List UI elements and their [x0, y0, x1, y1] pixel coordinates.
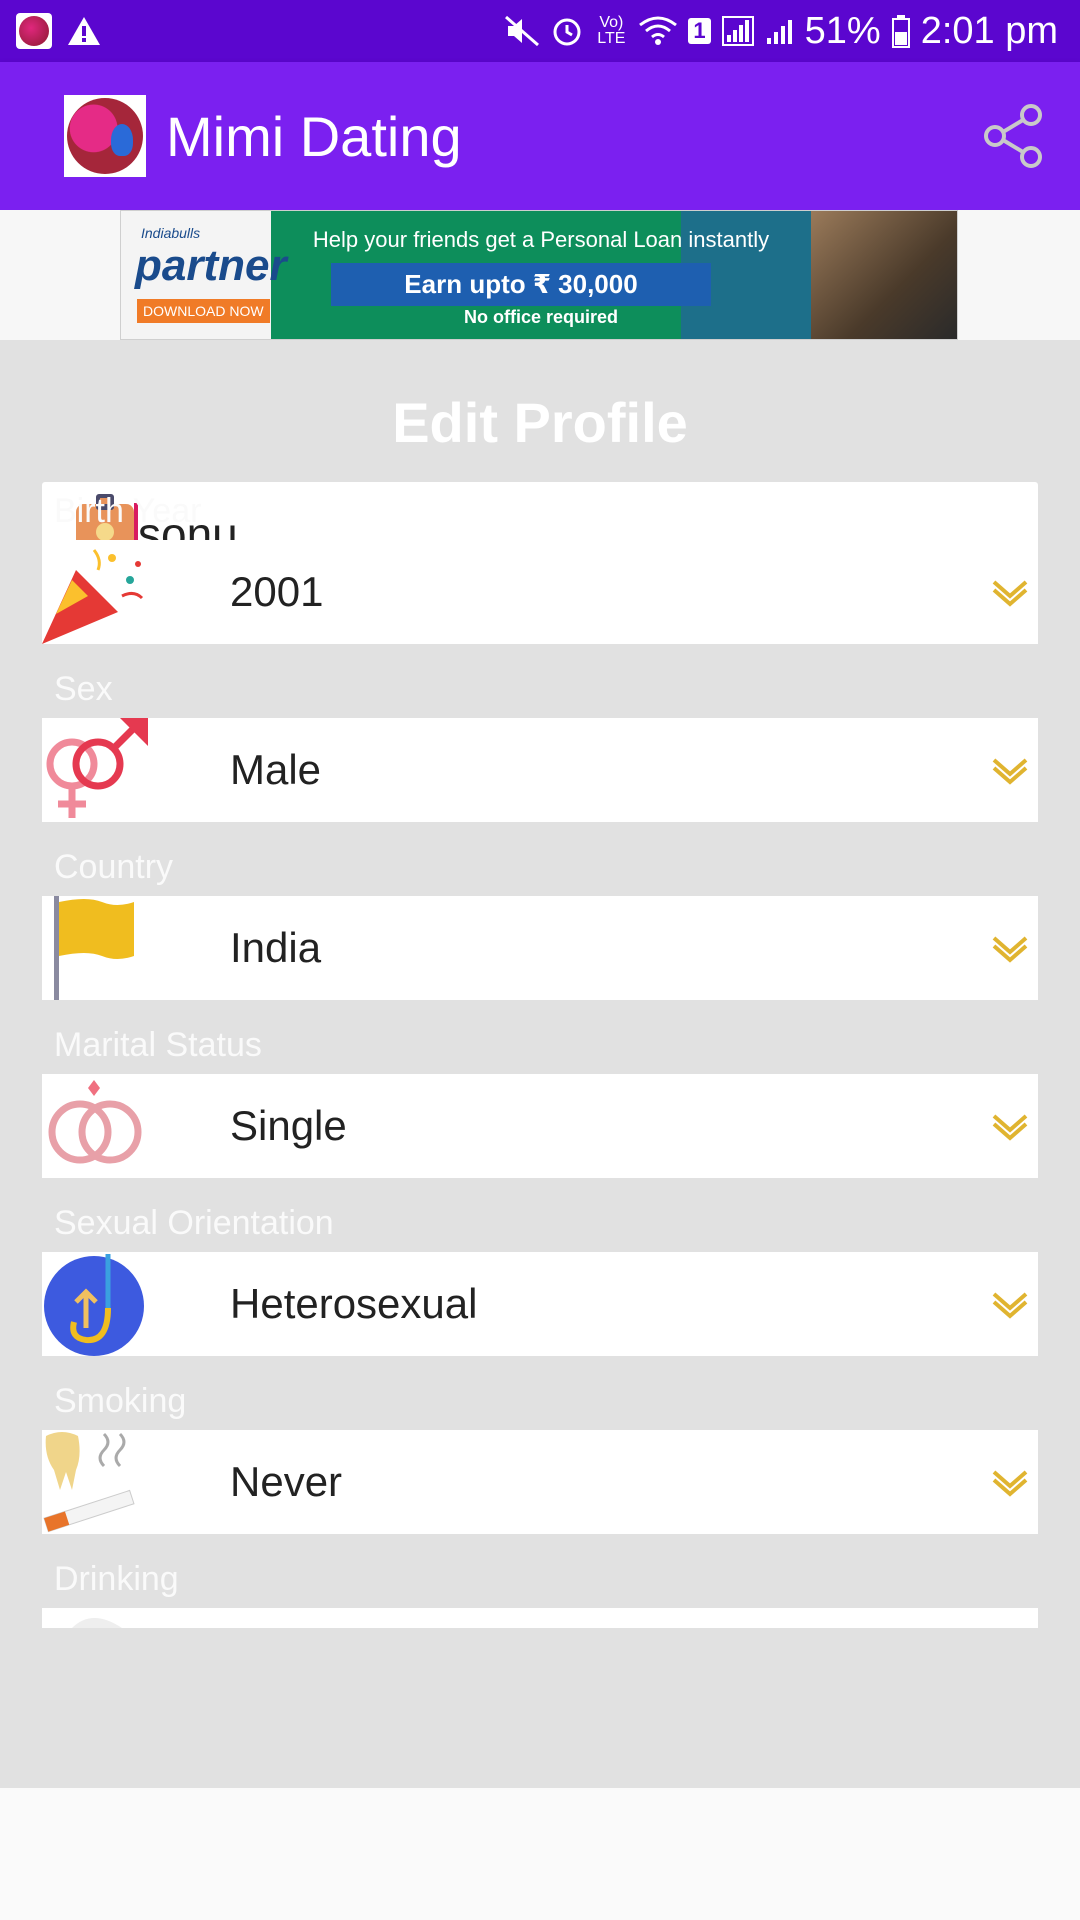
volte-label: Vo) LTE [597, 14, 626, 47]
app-title: Mimi Dating [166, 104, 462, 168]
sexual-orientation-select[interactable]: Heterosexual [42, 1252, 1038, 1356]
marital-status-label: Marital Status [54, 1026, 262, 1064]
edit-profile-form: Edit Profile sonu Birth Year 2001 Sex Ma… [0, 340, 1080, 1788]
ad-banner[interactable]: Indiabulls partner DOWNLOAD NOW Help you… [120, 210, 958, 340]
ad-download-button[interactable]: DOWNLOAD NOW [137, 299, 270, 323]
smoking-value: Never [230, 1458, 343, 1505]
drinking-label: Drinking [54, 1560, 179, 1598]
ad-area: Indiabulls partner DOWNLOAD NOW Help you… [0, 210, 1080, 340]
flag-icon [54, 896, 134, 1000]
app-notification-icon [16, 13, 52, 49]
app-logo [64, 95, 146, 177]
smoking-label: Smoking [54, 1382, 187, 1420]
ad-copy: Help your friends get a Personal Loan in… [271, 211, 811, 339]
birth-year-label: Birth Year [54, 492, 202, 530]
sex-select[interactable]: Male [42, 718, 1038, 822]
mute-icon [505, 15, 540, 47]
smoking-select[interactable]: Never [42, 1430, 1038, 1534]
chevron-down-icon [992, 1470, 1028, 1497]
app-bar: Mimi Dating [0, 62, 1080, 210]
chevron-down-icon [992, 580, 1028, 607]
party-popper-icon [42, 549, 144, 644]
chevron-down-icon [992, 1114, 1028, 1141]
ad-brand-name: partner [135, 241, 287, 290]
ad-line-2: Earn upto ₹ 30,000 [331, 263, 711, 306]
orientation-icon [44, 1254, 144, 1356]
marital-status-select[interactable]: Single [42, 1074, 1038, 1178]
share-icon [984, 104, 1042, 168]
warning-icon [68, 17, 100, 45]
sex-label: Sex [54, 670, 113, 708]
smoking-icon [43, 1432, 135, 1533]
sex-value: Male [230, 746, 322, 793]
sim-badge: 1 [688, 18, 711, 44]
share-button[interactable] [978, 100, 1050, 172]
clock: 2:01 pm [920, 9, 1058, 52]
country-value: India [230, 924, 322, 971]
chevron-down-icon [992, 758, 1028, 785]
rings-icon [48, 1080, 142, 1164]
drink-icon [72, 1618, 122, 1628]
sexual-orientation-label: Sexual Orientation [54, 1204, 334, 1242]
battery-percent: 51% [804, 9, 881, 52]
ad-line-3: No office required [463, 307, 619, 327]
ad-photo [811, 211, 957, 339]
alarm-icon [553, 18, 581, 46]
chevron-down-icon [992, 1292, 1028, 1319]
birth-year-value: 2001 [230, 568, 324, 615]
chevron-down-icon [992, 936, 1028, 963]
drinking-select[interactable] [42, 1608, 1038, 1628]
ad-line-1: Help your friends get a Personal Loan in… [312, 227, 770, 252]
wifi-icon [639, 16, 678, 45]
marital-status-value: Single [230, 1102, 347, 1149]
country-select[interactable]: India [42, 896, 1038, 1000]
country-label: Country [54, 848, 174, 886]
ad-brand: Indiabulls partner DOWNLOAD NOW [121, 211, 287, 339]
status-bar: Vo) LTE 1 51% 2:01 pm [0, 0, 1080, 62]
birth-year-select[interactable]: 2001 [42, 540, 1038, 644]
bottom-area [0, 1788, 1080, 1920]
ad-brand-small: Indiabulls [141, 225, 201, 241]
sexual-orientation-value: Heterosexual [230, 1280, 478, 1327]
signal-icon-2 [766, 20, 792, 44]
gender-icon [46, 718, 148, 818]
signal-icon [721, 16, 754, 46]
page-title: Edit Profile [392, 391, 688, 454]
battery-icon [891, 15, 910, 48]
